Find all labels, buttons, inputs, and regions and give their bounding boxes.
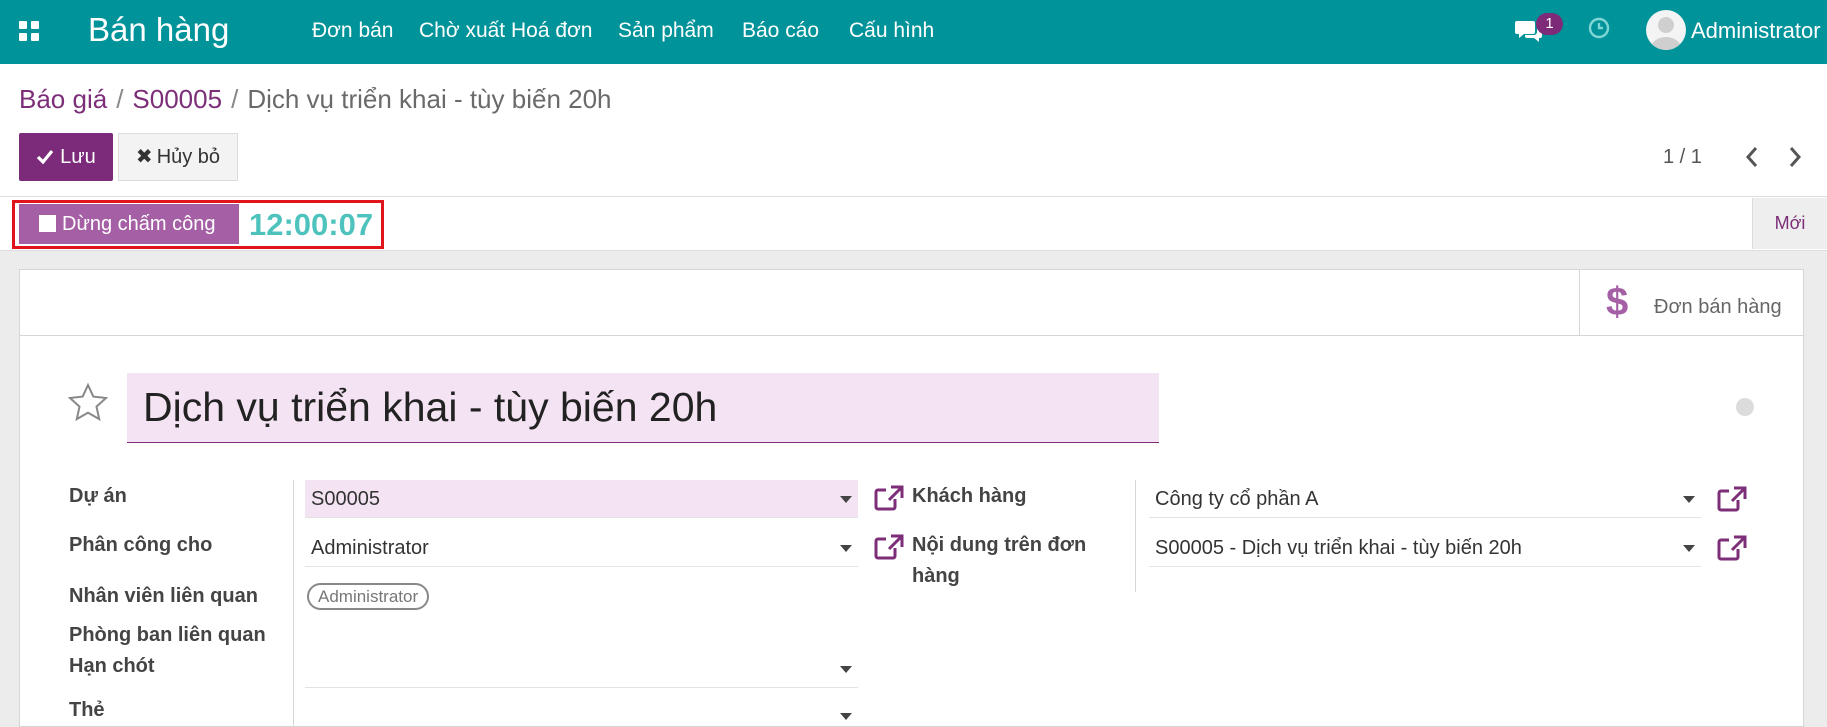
customer-label: Khách hàng xyxy=(912,485,1027,507)
avatar[interactable] xyxy=(1646,10,1686,50)
menu-item-reporting[interactable]: Báo cáo xyxy=(742,18,819,44)
menu-item-orders[interactable]: Đơn bán xyxy=(312,18,394,44)
menu-item-products[interactable]: Sản phẩm xyxy=(618,18,714,44)
assigned-field[interactable]: Administrator xyxy=(305,529,858,567)
discard-button-label: Hủy bỏ xyxy=(156,146,221,168)
external-link-icon[interactable] xyxy=(873,484,905,512)
caret-down-icon[interactable] xyxy=(1683,496,1695,503)
deadline-field[interactable] xyxy=(305,650,858,688)
breadcrumb: Báo giá / S00005 / Dịch vụ triển khai - tùy … xyxy=(19,82,612,116)
clock-icon[interactable] xyxy=(1587,16,1611,40)
breadcrumb-separator: / xyxy=(231,84,239,114)
customer-field[interactable]: Công ty cổ phần A xyxy=(1149,480,1701,518)
assigned-value: Administrator xyxy=(311,537,429,559)
top-navbar: Bán hàng Đơn bán Chờ xuất Hoá đơn Sản ph… xyxy=(0,0,1827,64)
caret-down-icon[interactable] xyxy=(840,496,852,503)
right-column-divider xyxy=(1135,480,1136,592)
external-link-icon[interactable] xyxy=(1716,534,1748,562)
order-line-value: S00005 - Dịch vụ triển khai - tùy biến 2… xyxy=(1155,537,1522,559)
menu-item-to-invoice[interactable]: Chờ xuất Hoá đơn xyxy=(419,18,592,44)
stage-new-button[interactable]: Mới xyxy=(1752,198,1827,249)
save-button[interactable]: Lưu xyxy=(19,133,113,181)
pager-value[interactable]: 1 / 1 xyxy=(1663,144,1702,170)
caret-down-icon[interactable] xyxy=(840,713,852,720)
kanban-state-dot[interactable] xyxy=(1736,398,1754,416)
breadcrumb-quotations[interactable]: Báo giá xyxy=(19,84,107,114)
caret-down-icon[interactable] xyxy=(1683,545,1695,552)
chevron-left-icon[interactable] xyxy=(1741,144,1763,170)
check-icon xyxy=(37,149,54,165)
left-column-divider xyxy=(293,480,294,727)
timer-display: 12:00:07 xyxy=(249,207,374,242)
external-link-icon[interactable] xyxy=(873,533,905,561)
save-button-label: Lưu xyxy=(60,146,96,168)
smart-button-box xyxy=(19,269,1804,336)
customer-value: Công ty cổ phần A xyxy=(1155,488,1319,510)
app-title[interactable]: Bán hàng xyxy=(88,10,229,50)
stop-icon xyxy=(39,215,56,232)
stop-timesheet-button[interactable]: Dừng chấm công xyxy=(19,204,239,244)
close-icon: ✖ xyxy=(135,146,153,168)
project-field[interactable]: S00005 xyxy=(305,480,858,518)
breadcrumb-order[interactable]: S00005 xyxy=(132,84,222,114)
chevron-right-icon[interactable] xyxy=(1784,144,1806,170)
assigned-label: Phân công cho xyxy=(69,534,213,556)
order-line-label-line-2: hàng xyxy=(912,565,960,587)
sales-order-smart-label[interactable]: Đơn bán hàng xyxy=(1654,294,1782,320)
employee-tag[interactable]: Administrator xyxy=(307,583,430,610)
order-line-label-line-1: Nội dung trên đơn xyxy=(912,534,1087,556)
order-line-field[interactable]: S00005 - Dịch vụ triển khai - tùy biến 2… xyxy=(1149,529,1701,567)
caret-down-icon[interactable] xyxy=(840,545,852,552)
department-label: Phòng ban liên quan xyxy=(69,624,266,646)
deadline-label: Hạn chót xyxy=(69,655,155,677)
task-title-input[interactable] xyxy=(127,373,1159,443)
menu-item-configuration[interactable]: Cấu hình xyxy=(849,18,934,44)
project-value: S00005 xyxy=(311,488,380,510)
tags-field[interactable] xyxy=(305,697,858,727)
tags-label: Thẻ xyxy=(69,699,105,721)
dollar-icon: $ xyxy=(1606,280,1629,324)
apps-icon[interactable] xyxy=(19,21,41,43)
discard-button[interactable]: ✖ Hủy bỏ xyxy=(118,133,238,181)
breadcrumb-separator: / xyxy=(116,84,124,114)
employees-label: Nhân viên liên quan xyxy=(69,585,258,607)
stop-timesheet-label: Dừng chấm công xyxy=(62,213,216,235)
caret-down-icon[interactable] xyxy=(840,666,852,673)
project-label: Dự án xyxy=(69,485,127,507)
star-icon[interactable] xyxy=(67,382,109,424)
message-count-badge: 1 xyxy=(1536,13,1563,35)
external-link-icon[interactable] xyxy=(1716,485,1748,513)
user-menu-name[interactable]: Administrator xyxy=(1691,18,1821,44)
breadcrumb-current: Dịch vụ triển khai - tùy biến 20h xyxy=(247,84,612,114)
